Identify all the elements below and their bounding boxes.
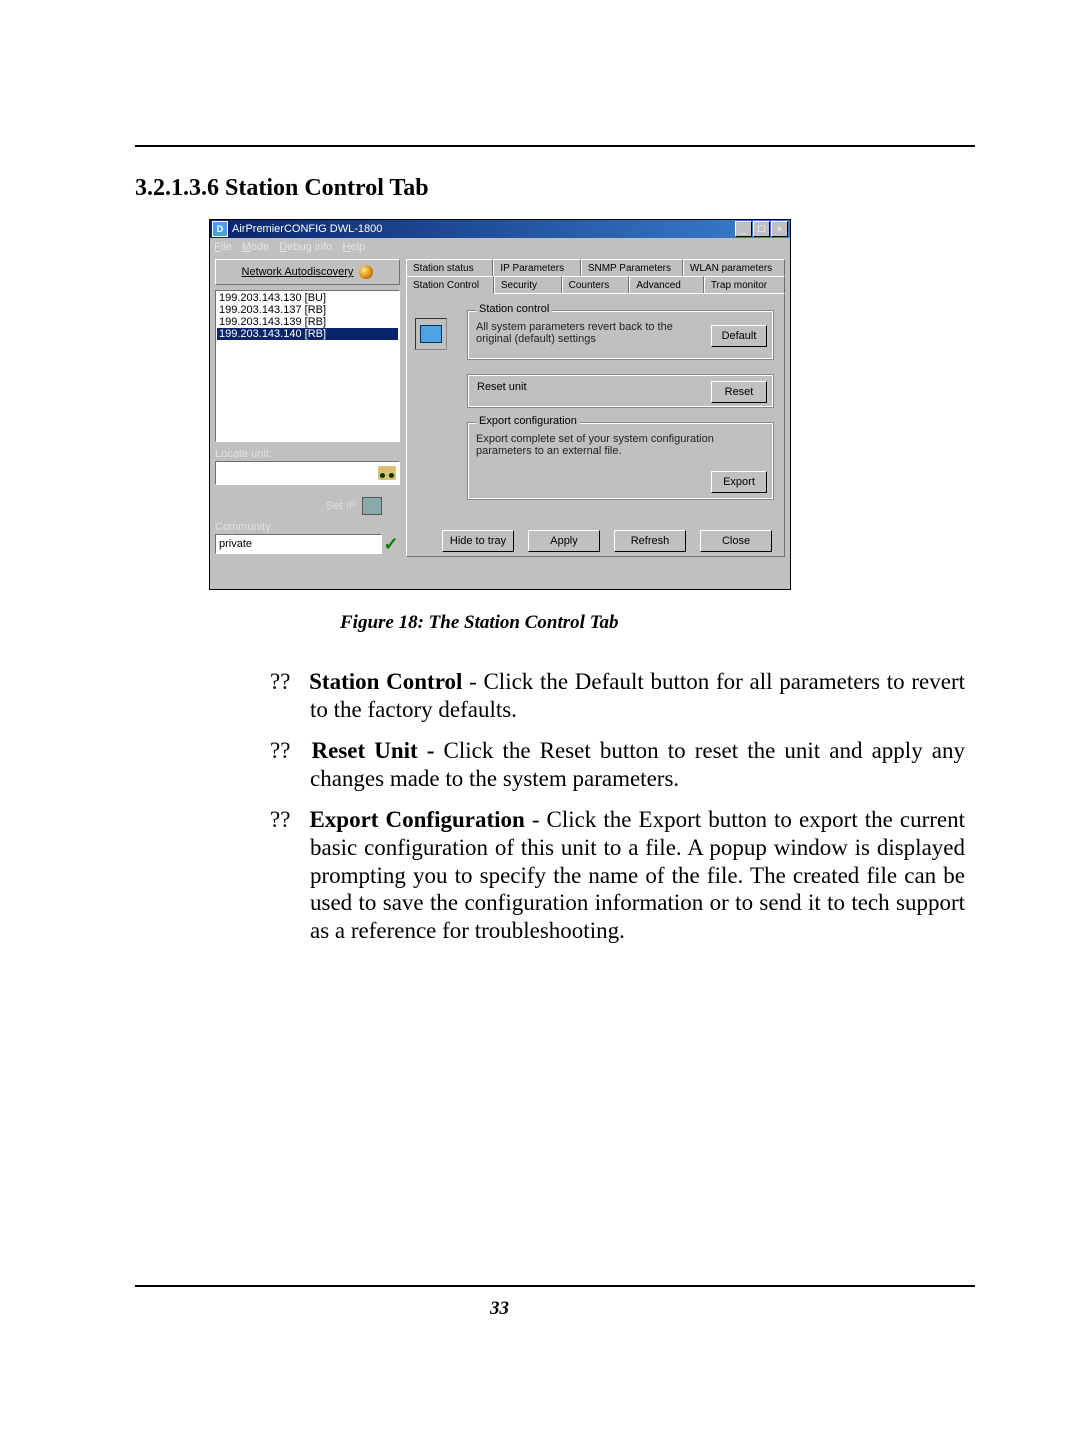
tab-row-1: Station status IP Parameters SNMP Parame… (406, 259, 785, 276)
group-legend: Export configuration (476, 415, 580, 427)
hide-to-tray-button[interactable]: Hide to tray (442, 530, 514, 552)
tab-station-control[interactable]: Station Control (406, 276, 494, 294)
reset-button[interactable]: Reset (711, 381, 767, 403)
ip-item-selected[interactable]: 199.203.143.140 [RB] (217, 328, 398, 340)
group-station-control: Station control All system parameters re… (467, 310, 774, 360)
section-heading: 3.2.1.3.6 Station Control Tab (135, 175, 429, 202)
set-ip-button[interactable]: Set IP (215, 495, 400, 517)
tab-ip-parameters[interactable]: IP Parameters (493, 259, 580, 276)
na-label: Network Autodiscovery (242, 266, 354, 278)
tab-station-status[interactable]: Station status (406, 259, 493, 276)
setip-icon (362, 497, 382, 515)
window-title: AirPremierCONFIG DWL-1800 (232, 223, 734, 235)
tab-snmp-parameters[interactable]: SNMP Parameters (581, 259, 683, 276)
bottom-button-row: Hide to tray Apply Refresh Close (442, 530, 772, 552)
bullet-item-station-control: ?? Station Control - Click the Default b… (310, 668, 965, 723)
group-legend: Reset unit (474, 381, 530, 393)
bottom-rule (135, 1285, 975, 1287)
ip-item[interactable]: 199.203.143.139 [RB] (217, 316, 398, 328)
close-button[interactable]: × (771, 221, 788, 237)
refresh-button[interactable]: Refresh (614, 530, 686, 552)
menu-file[interactable]: File (214, 241, 232, 253)
bullet-bold: Export Configuration (309, 807, 524, 832)
ip-item[interactable]: 199.203.143.137 [RB] (217, 304, 398, 316)
menu-mode[interactable]: Mode (242, 241, 270, 253)
tab-row-2: Station Control Security Counters Advanc… (406, 276, 785, 294)
page-number: 33 (490, 1298, 509, 1320)
locate-unit-label: Locate unit: (215, 448, 400, 460)
setip-label: Set IP (326, 500, 356, 512)
right-panel: Station status IP Parameters SNMP Parame… (406, 259, 785, 585)
menu-help[interactable]: Help (343, 241, 366, 253)
apply-button[interactable]: Apply (528, 530, 600, 552)
network-autodiscovery-button[interactable]: Network Autodiscovery (215, 259, 400, 285)
title-bar: D AirPremierCONFIG DWL-1800 _ ☐ × (210, 220, 790, 238)
bullet-bold: Station Control (309, 669, 462, 694)
group-text: All system parameters revert back to the… (468, 311, 694, 351)
binoculars-icon[interactable] (378, 466, 396, 480)
app-icon: D (212, 221, 228, 237)
group-legend: Station control (476, 303, 552, 315)
minimize-button[interactable]: _ (735, 221, 752, 237)
left-panel: Network Autodiscovery 199.203.143.130 [B… (215, 259, 400, 554)
bullet-marker: ?? (270, 738, 290, 763)
tab-content: Station control All system parameters re… (406, 293, 785, 557)
tab-counters[interactable]: Counters (562, 276, 630, 293)
monitor-icon (420, 325, 442, 343)
community-input[interactable]: private (215, 534, 382, 554)
figure-caption: Figure 18: The Station Control Tab (340, 612, 619, 634)
top-rule (135, 145, 975, 147)
export-button[interactable]: Export (711, 471, 767, 493)
tab-advanced[interactable]: Advanced (629, 276, 703, 293)
close-button-bottom[interactable]: Close (700, 530, 772, 552)
tab-trap-monitor[interactable]: Trap monitor (704, 276, 785, 293)
bullet-marker: ?? (270, 807, 290, 832)
group-reset-unit: Reset unit Reset (467, 374, 774, 408)
locate-unit-input[interactable] (215, 461, 400, 485)
menu-bar: File Mode Debug info Help (210, 238, 790, 255)
bullet-item-export-config: ?? Export Configuration - Click the Expo… (310, 806, 965, 944)
bullet-item-reset-unit: ?? Reset Unit - Click the Reset button t… (310, 737, 965, 792)
default-button[interactable]: Default (711, 325, 767, 347)
globe-icon (359, 265, 373, 279)
tab-wlan-parameters[interactable]: WLAN parameters (683, 259, 785, 276)
bullet-bold: Reset Unit - (312, 738, 444, 763)
ip-item[interactable]: 199.203.143.130 [BU] (217, 292, 398, 304)
maximize-button[interactable]: ☐ (753, 221, 770, 237)
menu-debuginfo[interactable]: Debug info (279, 241, 332, 253)
tab-icon (415, 318, 447, 350)
group-text: Export complete set of your system confi… (468, 423, 734, 463)
bullet-list: ?? Station Control - Click the Default b… (230, 668, 965, 958)
bullet-marker: ?? (270, 669, 290, 694)
ip-list[interactable]: 199.203.143.130 [BU] 199.203.143.137 [RB… (215, 290, 400, 442)
group-export-config: Export configuration Export complete set… (467, 422, 774, 500)
tab-security[interactable]: Security (494, 276, 562, 293)
community-label: Community: (215, 521, 400, 533)
community-apply-icon[interactable]: ✓ (382, 535, 400, 553)
app-window: D AirPremierCONFIG DWL-1800 _ ☐ × File M… (209, 219, 791, 590)
